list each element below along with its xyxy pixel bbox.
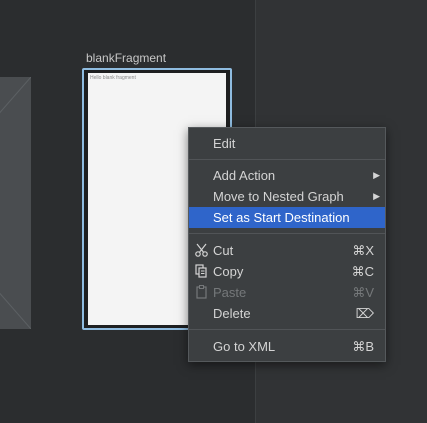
submenu-arrow-icon: ▶ — [373, 170, 380, 180]
menu-item-go-to-xml[interactable]: Go to XML ⌘B — [189, 336, 385, 357]
menu-item-label: Cut — [213, 243, 234, 258]
menu-item-cut[interactable]: Cut ⌘X — [189, 240, 385, 261]
menu-item-shortcut: ⌘B — [352, 339, 374, 354]
context-menu: Edit Add Action ▶ Move to Nested Graph ▶… — [188, 127, 386, 362]
menu-item-set-as-start-destination[interactable]: Set as Start Destination — [189, 207, 385, 228]
fragment-preview-text: Hello blank fragment — [90, 75, 136, 81]
submenu-arrow-icon: ▶ — [373, 191, 380, 201]
menu-separator — [189, 329, 385, 330]
menu-item-shortcut: ⌘C — [351, 264, 374, 279]
clipboard-icon — [194, 282, 210, 303]
menu-item-label: Add Action — [213, 168, 276, 183]
fragment-title: blankFragment — [86, 51, 167, 65]
menu-separator — [189, 233, 385, 234]
menu-item-label: Paste — [213, 285, 247, 300]
menu-item-shortcut: ⌘X — [352, 243, 374, 258]
menu-item-edit[interactable]: Edit — [189, 133, 385, 154]
menu-item-paste[interactable]: Paste ⌘V — [189, 282, 385, 303]
menu-item-shortcut: ⌘V — [352, 285, 374, 300]
menu-item-label: Copy — [213, 264, 244, 279]
copy-icon — [194, 261, 210, 282]
placeholder-cross-icon — [0, 77, 31, 329]
menu-item-copy[interactable]: Copy ⌘C — [189, 261, 385, 282]
menu-item-label: Edit — [213, 136, 236, 151]
menu-item-add-action[interactable]: Add Action ▶ — [189, 165, 385, 186]
scissors-icon — [194, 240, 210, 261]
menu-item-label: Go to XML — [213, 339, 276, 354]
menu-separator — [189, 159, 385, 160]
partial-fragment-card[interactable] — [0, 77, 31, 329]
menu-item-delete[interactable]: Delete ⌦ — [189, 303, 385, 324]
delete-key-icon: ⌦ — [355, 306, 374, 321]
menu-item-move-to-nested-graph[interactable]: Move to Nested Graph ▶ — [189, 186, 385, 207]
menu-item-label: Set as Start Destination — [213, 210, 350, 225]
menu-item-label: Delete — [213, 306, 251, 321]
menu-item-label: Move to Nested Graph — [213, 189, 344, 204]
